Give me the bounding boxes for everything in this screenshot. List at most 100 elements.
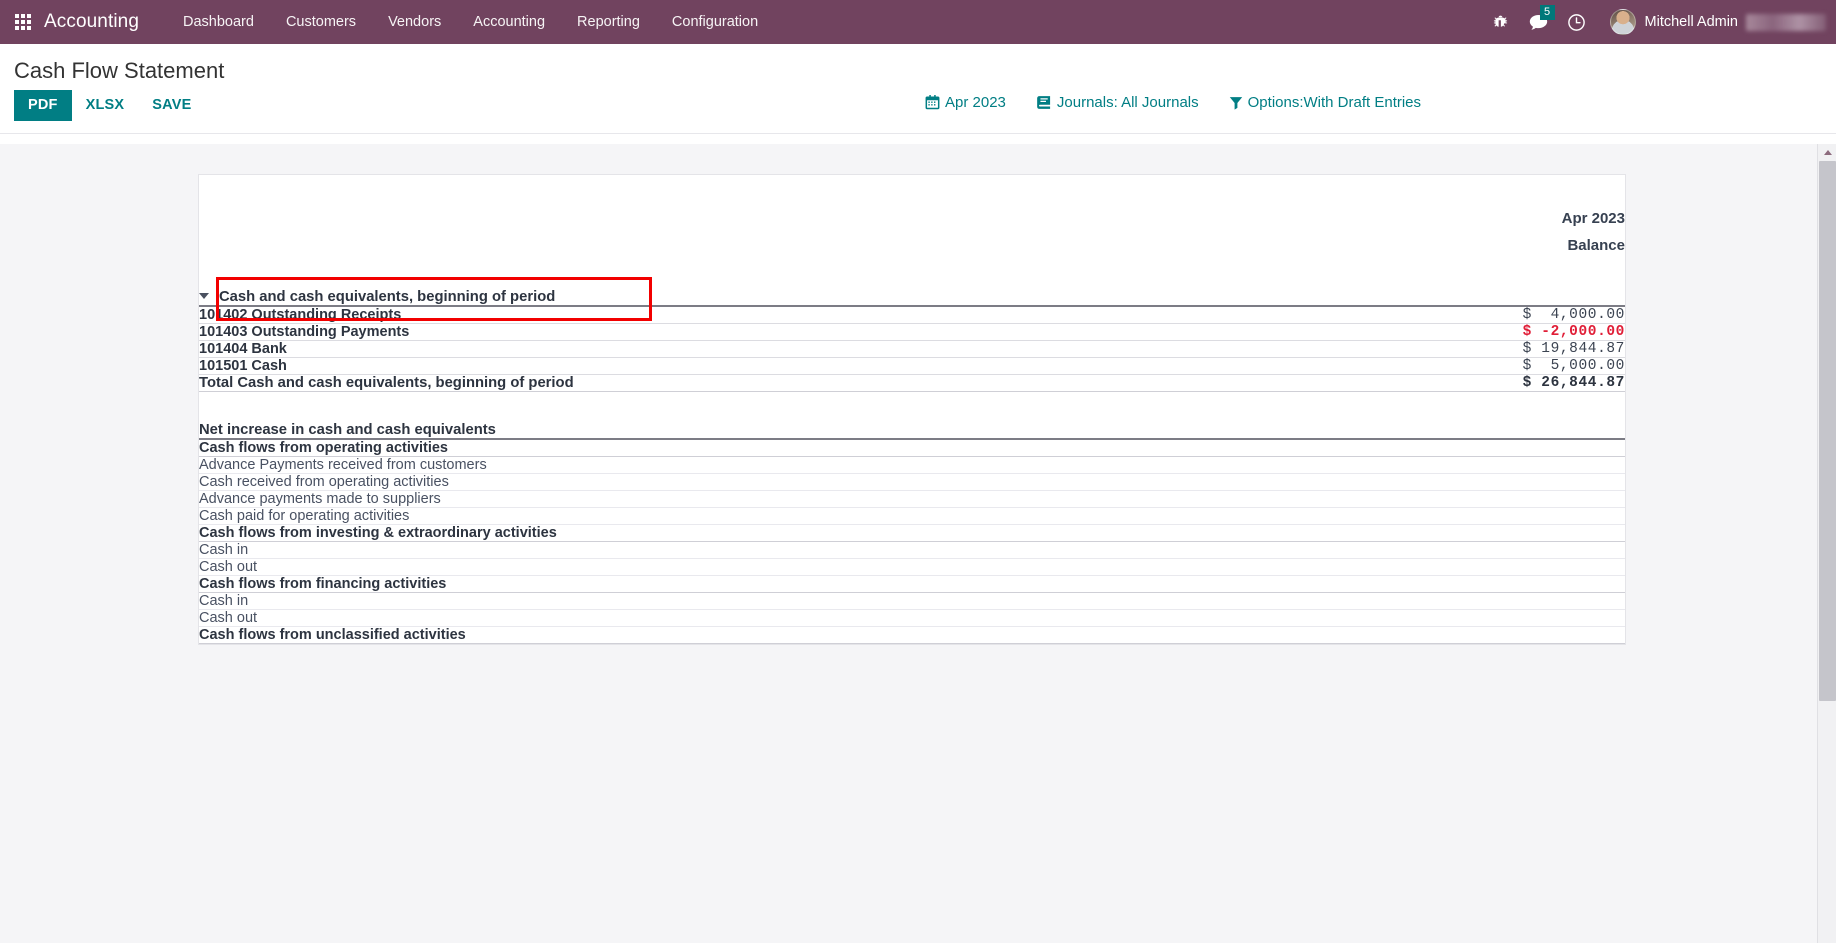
- table-row[interactable]: Cash received from operating activities: [199, 473, 1625, 491]
- section-gap: [199, 392, 1625, 422]
- row-value: [1239, 558, 1625, 576]
- journals-filter[interactable]: Journals: All Journals: [1036, 94, 1199, 111]
- row-value: $ 26,844.87: [1239, 374, 1625, 392]
- report-scroll-area[interactable]: Apr 2023 Balance Cash and cash equivalen…: [0, 144, 1836, 943]
- menu-item-dashboard[interactable]: Dashboard: [167, 0, 270, 44]
- row-label: 101501 Cash: [199, 357, 1240, 375]
- row-label: Cash flows from investing & extraordinar…: [199, 524, 1240, 542]
- table-row[interactable]: Cash and cash equivalents, beginning of …: [199, 289, 1625, 307]
- bug-icon[interactable]: [1482, 0, 1520, 44]
- table-row[interactable]: Cash flows from financing activities: [199, 575, 1625, 593]
- funnel-icon: [1229, 96, 1242, 110]
- table-row[interactable]: Cash flows from investing & extraordinar…: [199, 524, 1625, 542]
- row-label: Cash in: [199, 592, 1240, 610]
- row-label: Cash out: [199, 609, 1240, 627]
- row-value: [1239, 626, 1625, 644]
- header-gap: [199, 259, 1625, 289]
- table-top-spacer: [199, 175, 1625, 205]
- row-value: [1239, 490, 1625, 508]
- table-row[interactable]: Cash flows from unclassified activities: [199, 626, 1625, 644]
- row-value: [1239, 541, 1625, 559]
- main-menu: Dashboard Customers Vendors Accounting R…: [167, 0, 774, 44]
- row-value: [1239, 456, 1625, 474]
- menu-item-accounting[interactable]: Accounting: [457, 0, 561, 44]
- row-value: [1239, 507, 1625, 525]
- row-value: [1239, 592, 1625, 610]
- table-row[interactable]: Cash out: [199, 558, 1625, 576]
- row-value: [1239, 609, 1625, 627]
- table-row[interactable]: Total Cash and cash equivalents, beginni…: [199, 374, 1625, 392]
- column-header-measure-row: Balance: [199, 232, 1625, 259]
- row-value: [1239, 575, 1625, 593]
- column-header-period-row: Apr 2023: [199, 205, 1625, 232]
- table-row[interactable]: 101404 Bank $ 19,844.87: [199, 340, 1625, 358]
- menu-item-vendors[interactable]: Vendors: [372, 0, 457, 44]
- date-filter-label: Apr 2023: [945, 94, 1006, 111]
- table-row[interactable]: 101403 Outstanding Payments $ -2,000.00: [199, 323, 1625, 341]
- scrollbar-thumb[interactable]: [1819, 161, 1836, 701]
- row-label: Cash flows from unclassified activities: [199, 626, 1240, 644]
- vertical-scrollbar[interactable]: [1817, 144, 1836, 943]
- row-label: 101402 Outstanding Receipts: [199, 306, 1240, 324]
- row-value: [1239, 524, 1625, 542]
- row-label: Cash flows from financing activities: [199, 575, 1240, 593]
- cash-flow-report-card: Apr 2023 Balance Cash and cash equivalen…: [198, 174, 1626, 645]
- date-filter[interactable]: Apr 2023: [925, 94, 1006, 111]
- xlsx-button[interactable]: XLSX: [72, 90, 139, 121]
- column-header-measure: Balance: [1567, 237, 1625, 254]
- row-value: [1239, 473, 1625, 491]
- row-label: Cash and cash equivalents, beginning of …: [219, 289, 556, 305]
- app-brand-accounting[interactable]: Accounting: [40, 0, 145, 44]
- table-row[interactable]: Cash paid for operating activities: [199, 507, 1625, 525]
- options-filter-label: Options:With Draft Entries: [1247, 94, 1422, 111]
- cash-flow-table: Apr 2023 Balance Cash and cash equivalen…: [199, 175, 1625, 644]
- navbar-right-tools: 5 Mitchell Admin: [1482, 0, 1836, 44]
- apps-grid-icon[interactable]: [6, 0, 40, 44]
- table-row[interactable]: Advance payments made to suppliers: [199, 490, 1625, 508]
- row-label: Advance Payments received from customers: [199, 456, 1240, 474]
- menu-item-configuration[interactable]: Configuration: [656, 0, 774, 44]
- options-filter[interactable]: Options:With Draft Entries: [1229, 94, 1421, 111]
- book-icon: [1037, 96, 1050, 109]
- report-filters: Apr 2023 Journals: All Journals Options:…: [925, 94, 1421, 111]
- menu-item-reporting[interactable]: Reporting: [561, 0, 656, 44]
- row-label: Advance payments made to suppliers: [199, 490, 1240, 508]
- row-value: [1239, 438, 1625, 457]
- row-label: Total Cash and cash equivalents, beginni…: [199, 374, 1240, 392]
- row-label: 101403 Outstanding Payments: [199, 323, 1240, 341]
- row-value: $ 5,000.00: [1239, 357, 1625, 375]
- menu-item-customers[interactable]: Customers: [270, 0, 372, 44]
- table-row[interactable]: 101402 Outstanding Receipts $ 4,000.00: [199, 306, 1625, 324]
- journals-filter-label: Journals: All Journals: [1056, 94, 1199, 111]
- table-row[interactable]: Cash in: [199, 592, 1625, 610]
- table-row[interactable]: Net increase in cash and cash equivalent…: [199, 421, 1625, 440]
- calendar-icon: [925, 95, 940, 110]
- messages-badge: 5: [1539, 5, 1555, 20]
- scroll-up-arrow-icon[interactable]: [1818, 144, 1836, 161]
- page-title: Cash Flow Statement: [14, 58, 225, 83]
- table-row[interactable]: 101501 Cash $ 5,000.00: [199, 357, 1625, 375]
- chevron-down-icon[interactable]: [199, 293, 209, 300]
- messages-icon[interactable]: 5: [1520, 0, 1558, 44]
- control-panel: Cash Flow Statement PDF XLSX SAVE Apr 20…: [0, 44, 1836, 134]
- column-header-period: Apr 2023: [1561, 210, 1625, 227]
- table-row[interactable]: Advance Payments received from customers: [199, 456, 1625, 474]
- row-label: Cash paid for operating activities: [199, 507, 1240, 525]
- row-value: [1239, 421, 1625, 440]
- pdf-button[interactable]: PDF: [14, 90, 72, 121]
- row-value: $ -2,000.00: [1239, 323, 1625, 341]
- row-value: [1239, 289, 1625, 307]
- table-row[interactable]: Cash in: [199, 541, 1625, 559]
- blurred-label: [1746, 13, 1826, 31]
- table-row[interactable]: Cash flows from operating activities: [199, 438, 1625, 457]
- user-menu[interactable]: Mitchell Admin: [1602, 0, 1836, 44]
- user-name: Mitchell Admin: [1644, 14, 1738, 30]
- row-label: Cash out: [199, 558, 1240, 576]
- row-value: $ 19,844.87: [1239, 340, 1625, 358]
- row-label: Net increase in cash and cash equivalent…: [199, 421, 1240, 440]
- save-button[interactable]: SAVE: [138, 90, 205, 121]
- activities-clock-icon[interactable]: [1558, 0, 1596, 44]
- table-row[interactable]: Cash out: [199, 609, 1625, 627]
- control-panel-row: PDF XLSX SAVE Apr 2023 Journals: All Jou…: [0, 86, 1836, 133]
- row-label: 101404 Bank: [199, 340, 1240, 358]
